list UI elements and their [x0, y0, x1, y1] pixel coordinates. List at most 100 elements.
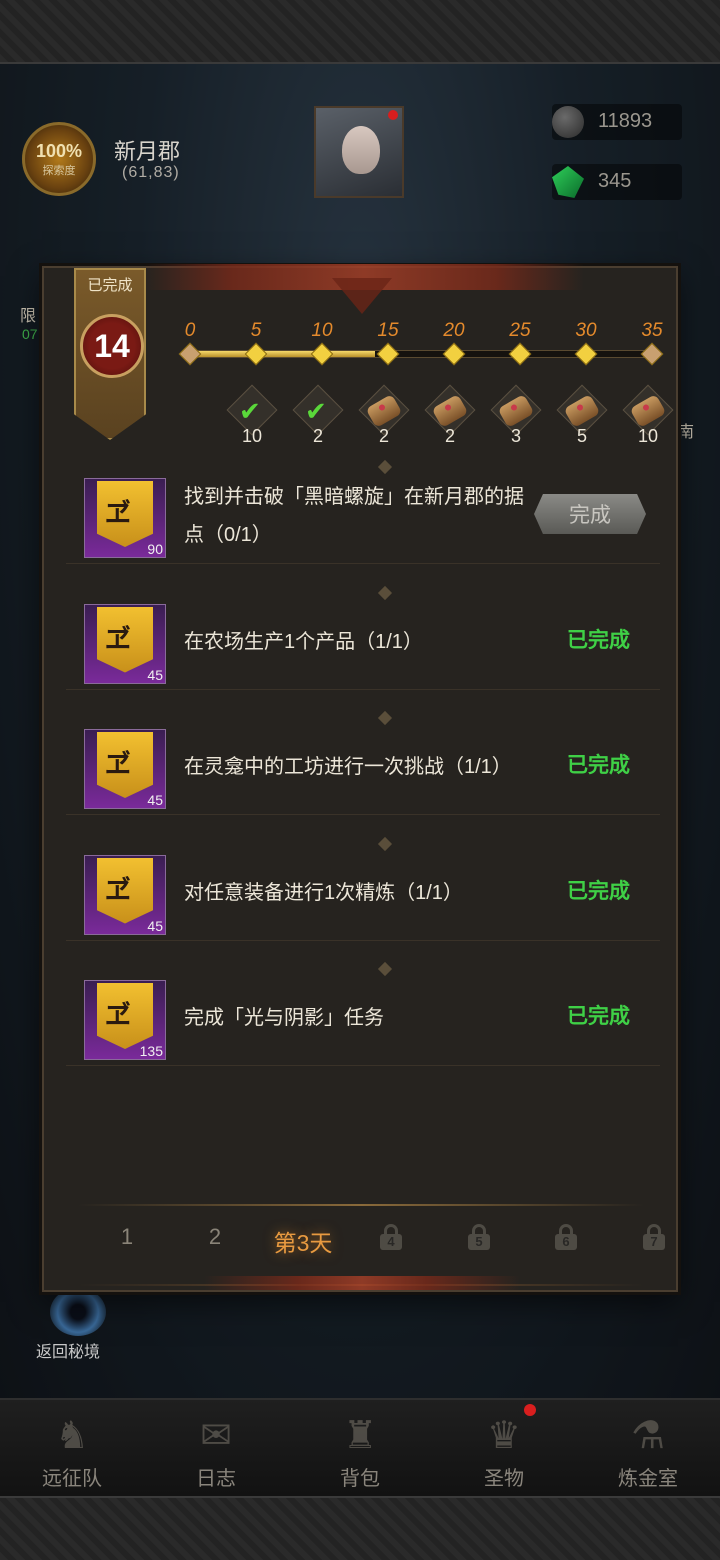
completed-label: 已完成: [87, 277, 133, 294]
milestone-reward[interactable]: 10: [622, 384, 674, 446]
completed-count: 14: [94, 327, 130, 364]
reward-quantity: 5: [576, 426, 587, 446]
banner-glyph-icon: ヹ: [105, 874, 132, 905]
day-tab-label: 6: [555, 1234, 577, 1250]
task-description: 在农场生产1个产品（1/1）: [184, 630, 423, 653]
task-description: 在灵龛中的工坊进行一次挑战（1/1）: [184, 756, 512, 778]
day-tab-6[interactable]: 6: [526, 1224, 606, 1256]
return-portal-button[interactable]: 返回秘境: [30, 1284, 120, 1364]
milestone-label: 5: [250, 320, 262, 341]
banner-glyph-icon: ヹ: [105, 749, 132, 779]
day-tab-label: 7: [643, 1234, 665, 1250]
resource-gem[interactable]: 345: [552, 164, 682, 200]
task-reward-icon[interactable]: ヹ 45: [84, 729, 166, 809]
side-event-timer: 07: [22, 326, 38, 342]
day-tab-label: 4: [380, 1234, 402, 1250]
nav-item-map-scroll[interactable]: ✉ 日志: [144, 1400, 288, 1496]
milestone-node: [244, 342, 268, 366]
lock-icon: 4: [380, 1224, 402, 1250]
milestone-label: 15: [377, 320, 399, 341]
nav-item-viking-helmet[interactable]: ♞ 远征队: [0, 1400, 144, 1496]
side-guide-label[interactable]: 南: [678, 418, 694, 442]
resource-value: 11893: [598, 110, 653, 132]
modal-bottom-ornament: [204, 1276, 520, 1290]
reward-quantity: 2: [444, 426, 455, 446]
milestone-node: [508, 342, 532, 366]
task-reward-icon[interactable]: ヹ 135: [84, 980, 166, 1060]
task-reward-icon[interactable]: ヹ 90: [84, 478, 166, 558]
banner-glyph-icon: ヹ: [105, 1000, 132, 1030]
task-row: ヹ 45 在灵龛中的工坊进行一次挑战（1/1） 已完成: [66, 710, 660, 815]
portal-icon: [50, 1288, 106, 1336]
milestone-reward[interactable]: 2: [424, 384, 476, 446]
player-avatar[interactable]: [314, 106, 404, 198]
milestone-node: [376, 342, 400, 366]
task-reward-icon[interactable]: ヹ 45: [84, 854, 166, 935]
notification-dot: [524, 1404, 536, 1416]
day-tab-label: 第3天: [273, 1230, 333, 1256]
reward-quantity: 2: [312, 426, 323, 446]
day-tabs-divider: [78, 1204, 644, 1206]
day-tab-4[interactable]: 4: [351, 1224, 431, 1256]
stone-icon: [552, 106, 584, 138]
day-tab-1[interactable]: 1: [87, 1224, 167, 1250]
alchemy-icon: ⚗: [630, 1414, 666, 1457]
task-reward-amount: 45: [147, 792, 163, 808]
task-row: ヹ 45 在农场生产1个产品（1/1） 已完成: [66, 585, 660, 690]
location-coordinates: (61,83): [122, 164, 180, 181]
milestone-reward[interactable]: 5: [556, 384, 608, 446]
location-panel[interactable]: 100% 探索度 新月郡 (61,83): [12, 110, 282, 200]
milestone-reward[interactable]: 2: [358, 384, 410, 446]
lock-icon: 6: [555, 1224, 577, 1250]
task-completed-status: 已完成: [567, 754, 630, 777]
nav-label: 日志: [196, 1468, 236, 1490]
lock-icon: 5: [468, 1224, 490, 1250]
task-row: ヹ 90 找到并击破「黑暗螺旋」在新月郡的据点（0/1） 完成: [66, 459, 660, 564]
task-reward-amount: 135: [139, 1043, 163, 1059]
modal-top-ornament-point: [332, 278, 392, 314]
nav-item-backpack[interactable]: ♜ 背包: [288, 1400, 432, 1496]
resource-value: 345: [598, 170, 632, 192]
milestone-reward[interactable]: ✔ 2: [292, 384, 344, 446]
task-reward-icon[interactable]: ヹ 45: [84, 603, 166, 684]
milestone-reward[interactable]: ✔ 10: [226, 384, 278, 446]
reward-quantity: 2: [378, 426, 389, 446]
completed-count-badge: 14: [80, 314, 144, 378]
nav-item-alchemy[interactable]: ⚗ 炼金室: [576, 1400, 720, 1496]
milestone-node: [178, 342, 202, 366]
task-description: 完成「光与阴影」任务: [184, 1007, 384, 1029]
daily-tasks-modal: 已完成 14 0 5 10 15 20 25 30 35 ✔ 10 ✔ 2 2 2 3 5 10 ヹ 90 找到并…: [42, 264, 678, 1292]
reward-quantity: 10: [241, 426, 263, 446]
progress-milestone-labels: 0 5 10 15 20 25 30 35: [185, 320, 664, 344]
nav-label: 远征队: [42, 1468, 102, 1490]
completed-banner: 已完成 14: [74, 268, 146, 440]
milestone-label: 10: [311, 320, 333, 341]
task-description: 找到并击破「黑暗螺旋」在新月郡的据点（0/1）: [184, 486, 524, 546]
bottom-navigation: ♞ 远征队 ✉ 日志 ♜ 背包 ♛ 圣物 ⚗ 炼金室: [0, 1398, 720, 1496]
banner-glyph-icon: ヹ: [105, 623, 132, 654]
side-event-label[interactable]: 限: [20, 302, 36, 326]
progress-fill: [191, 351, 375, 357]
day-tab-5[interactable]: 5: [439, 1224, 519, 1256]
checkmark-icon: ✔: [239, 396, 261, 426]
task-row: ヹ 135 完成「光与阴影」任务 已完成: [66, 961, 660, 1066]
milestone-reward[interactable]: 3: [490, 384, 542, 446]
day-tab-2[interactable]: 2: [175, 1224, 255, 1250]
milestone-label: 20: [443, 320, 465, 341]
task-reward-amount: 45: [147, 666, 163, 683]
milestone-node: [574, 342, 598, 366]
task-complete-button[interactable]: 完成: [534, 494, 646, 534]
nav-label: 圣物: [484, 1468, 524, 1490]
task-reward-amount: 45: [147, 917, 163, 934]
task-row: ヹ 45 对任意装备进行1次精炼（1/1） 已完成: [66, 836, 660, 941]
exploration-percent: 100%: [35, 140, 83, 161]
milestone-node: [310, 342, 334, 366]
resource-stone[interactable]: 11893: [552, 104, 682, 140]
milestone-label: 30: [575, 320, 597, 341]
exploration-label: 探索度: [42, 164, 76, 177]
map-scroll-icon: ✉: [200, 1414, 232, 1457]
top-frame: [0, 0, 720, 64]
day-tab-3[interactable]: 第3天: [263, 1224, 343, 1258]
nav-item-relic-torch[interactable]: ♛ 圣物: [432, 1400, 576, 1496]
day-tab-7[interactable]: 7: [614, 1224, 694, 1256]
